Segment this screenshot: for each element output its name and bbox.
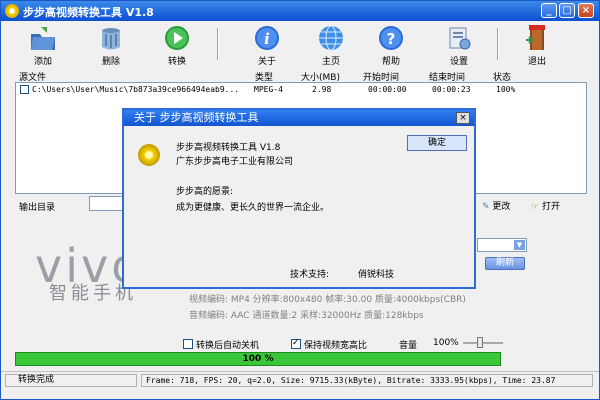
- keep-ratio-checkbox[interactable]: [291, 338, 301, 349]
- folder-add-icon: [31, 27, 55, 50]
- dialog-support-value: 俏锐科技: [358, 270, 395, 280]
- add-label: 添加: [33, 57, 52, 67]
- about-label: 关于: [257, 57, 276, 67]
- chevron-down-icon: ▼: [514, 240, 525, 250]
- help-button[interactable]: ? 帮助: [367, 22, 415, 67]
- dialog-support-label: 技术支持:: [290, 270, 330, 280]
- exit-button[interactable]: 退出: [513, 22, 561, 67]
- minimize-button[interactable]: _: [541, 3, 557, 18]
- dialog-ok-button[interactable]: 确定: [407, 135, 467, 151]
- cell-status: 100%: [496, 85, 516, 94]
- window-title: 步步高视频转换工具 V1.8: [23, 6, 154, 19]
- settings-button[interactable]: 设置: [435, 22, 483, 67]
- open-button[interactable]: ☞ 打开: [531, 199, 560, 212]
- sun-logo-icon: [138, 144, 160, 166]
- dialog-vision-title: 步步高的愿景:: [176, 187, 234, 197]
- help-label: 帮助: [381, 57, 400, 67]
- close-button[interactable]: ×: [578, 3, 594, 18]
- dialog-company: 广东步步高电子工业有限公司: [176, 157, 294, 167]
- globe-icon: [319, 25, 343, 51]
- output-dir-input[interactable]: [89, 196, 125, 211]
- encoder-status: Frame: 718, FPS: 20, q=2.0, Size: 9715.3…: [141, 374, 593, 387]
- convert-label: 转换: [167, 57, 186, 67]
- about-button[interactable]: i 关于: [243, 22, 291, 67]
- edit-icon: ✎: [482, 202, 490, 212]
- progress-text: 100 %: [242, 354, 274, 364]
- exit-label: 退出: [527, 57, 546, 67]
- audio-encoding-info: 音频编码: AAC 通道数量:2 采样:32000Hz 质量:128kbps: [189, 311, 424, 321]
- dialog-vision-text: 成为更健康、更长久的世界一流企业。: [176, 203, 330, 213]
- dialog-product: 步步高视频转换工具 V1.8: [176, 143, 281, 153]
- volume-slider-handle[interactable]: [477, 337, 483, 348]
- toolbar-separator: [217, 28, 219, 60]
- convert-button[interactable]: 转换: [153, 22, 201, 67]
- row-checkbox[interactable]: [20, 85, 29, 94]
- keep-ratio-label: 保持视频宽高比: [304, 341, 368, 351]
- about-dialog: 关于 步步高视频转换工具 × 确定 步步高视频转换工具 V1.8 广东步步高电子…: [122, 108, 476, 289]
- delete-label: 删除: [101, 57, 120, 67]
- file-list-header: 源文件 类型 大小(MB) 开始时间 结束时间 状态: [15, 70, 587, 83]
- toolbar-separator: [497, 28, 499, 60]
- open-label: 打开: [541, 202, 560, 212]
- refresh-button[interactable]: 刷新: [485, 257, 525, 270]
- help-icon: ?: [379, 26, 403, 50]
- cell-type: MPEG-4: [254, 85, 283, 94]
- status-text: 转换完成: [5, 374, 137, 387]
- add-button[interactable]: 添加: [19, 22, 67, 67]
- settings-label: 设置: [449, 57, 468, 67]
- volume-label: 音量: [399, 341, 418, 351]
- change-label: 更改: [492, 202, 511, 212]
- title-bar: 步步高视频转换工具 V1.8 _ □ ×: [1, 1, 599, 21]
- dialog-title: 关于 步步高视频转换工具: [124, 110, 474, 126]
- profile-select[interactable]: ▼: [477, 238, 527, 252]
- cell-end: 00:00:23: [432, 85, 471, 94]
- app-sun-icon: [5, 4, 19, 18]
- delete-button[interactable]: 删除: [87, 22, 135, 67]
- cell-size: 2.98: [312, 85, 332, 94]
- trash-icon: [102, 28, 120, 50]
- play-icon: [165, 26, 189, 50]
- settings-icon: [449, 27, 471, 50]
- auto-shutdown-checkbox[interactable]: [183, 339, 193, 349]
- cell-start: 00:00:00: [368, 85, 407, 94]
- volume-slider-track[interactable]: [463, 342, 503, 344]
- home-label: 主页: [321, 57, 340, 67]
- info-icon: i: [255, 26, 279, 50]
- auto-shutdown-label: 转换后自动关机: [196, 341, 260, 351]
- output-dir-label: 输出目录: [19, 203, 56, 213]
- cell-source: C:\Users\User\Music\7b873a39ce966494eab9…: [32, 85, 240, 94]
- status-bar: 转换完成 Frame: 718, FPS: 20, q=2.0, Size: 9…: [1, 371, 599, 387]
- maximize-button[interactable]: □: [559, 3, 575, 18]
- toolbar: 添加 删除 转换 i 关于 主页 ? 帮助 设置 退出: [3, 22, 598, 67]
- conversion-progress-bar: 100 %: [15, 352, 501, 366]
- change-button[interactable]: ✎ 更改: [482, 199, 510, 212]
- svg-text:i: i: [264, 30, 270, 48]
- svg-text:?: ?: [387, 30, 396, 48]
- open-pointer-icon: ☞: [531, 202, 540, 212]
- dialog-close-button[interactable]: ×: [456, 112, 470, 124]
- volume-value: 100%: [433, 338, 459, 348]
- home-button[interactable]: 主页: [307, 22, 355, 67]
- video-encoding-info: 视频编码: MP4 分辨率:800x480 帧率:30.00 质量:4000kb…: [189, 295, 466, 305]
- exit-door-icon: [526, 25, 545, 50]
